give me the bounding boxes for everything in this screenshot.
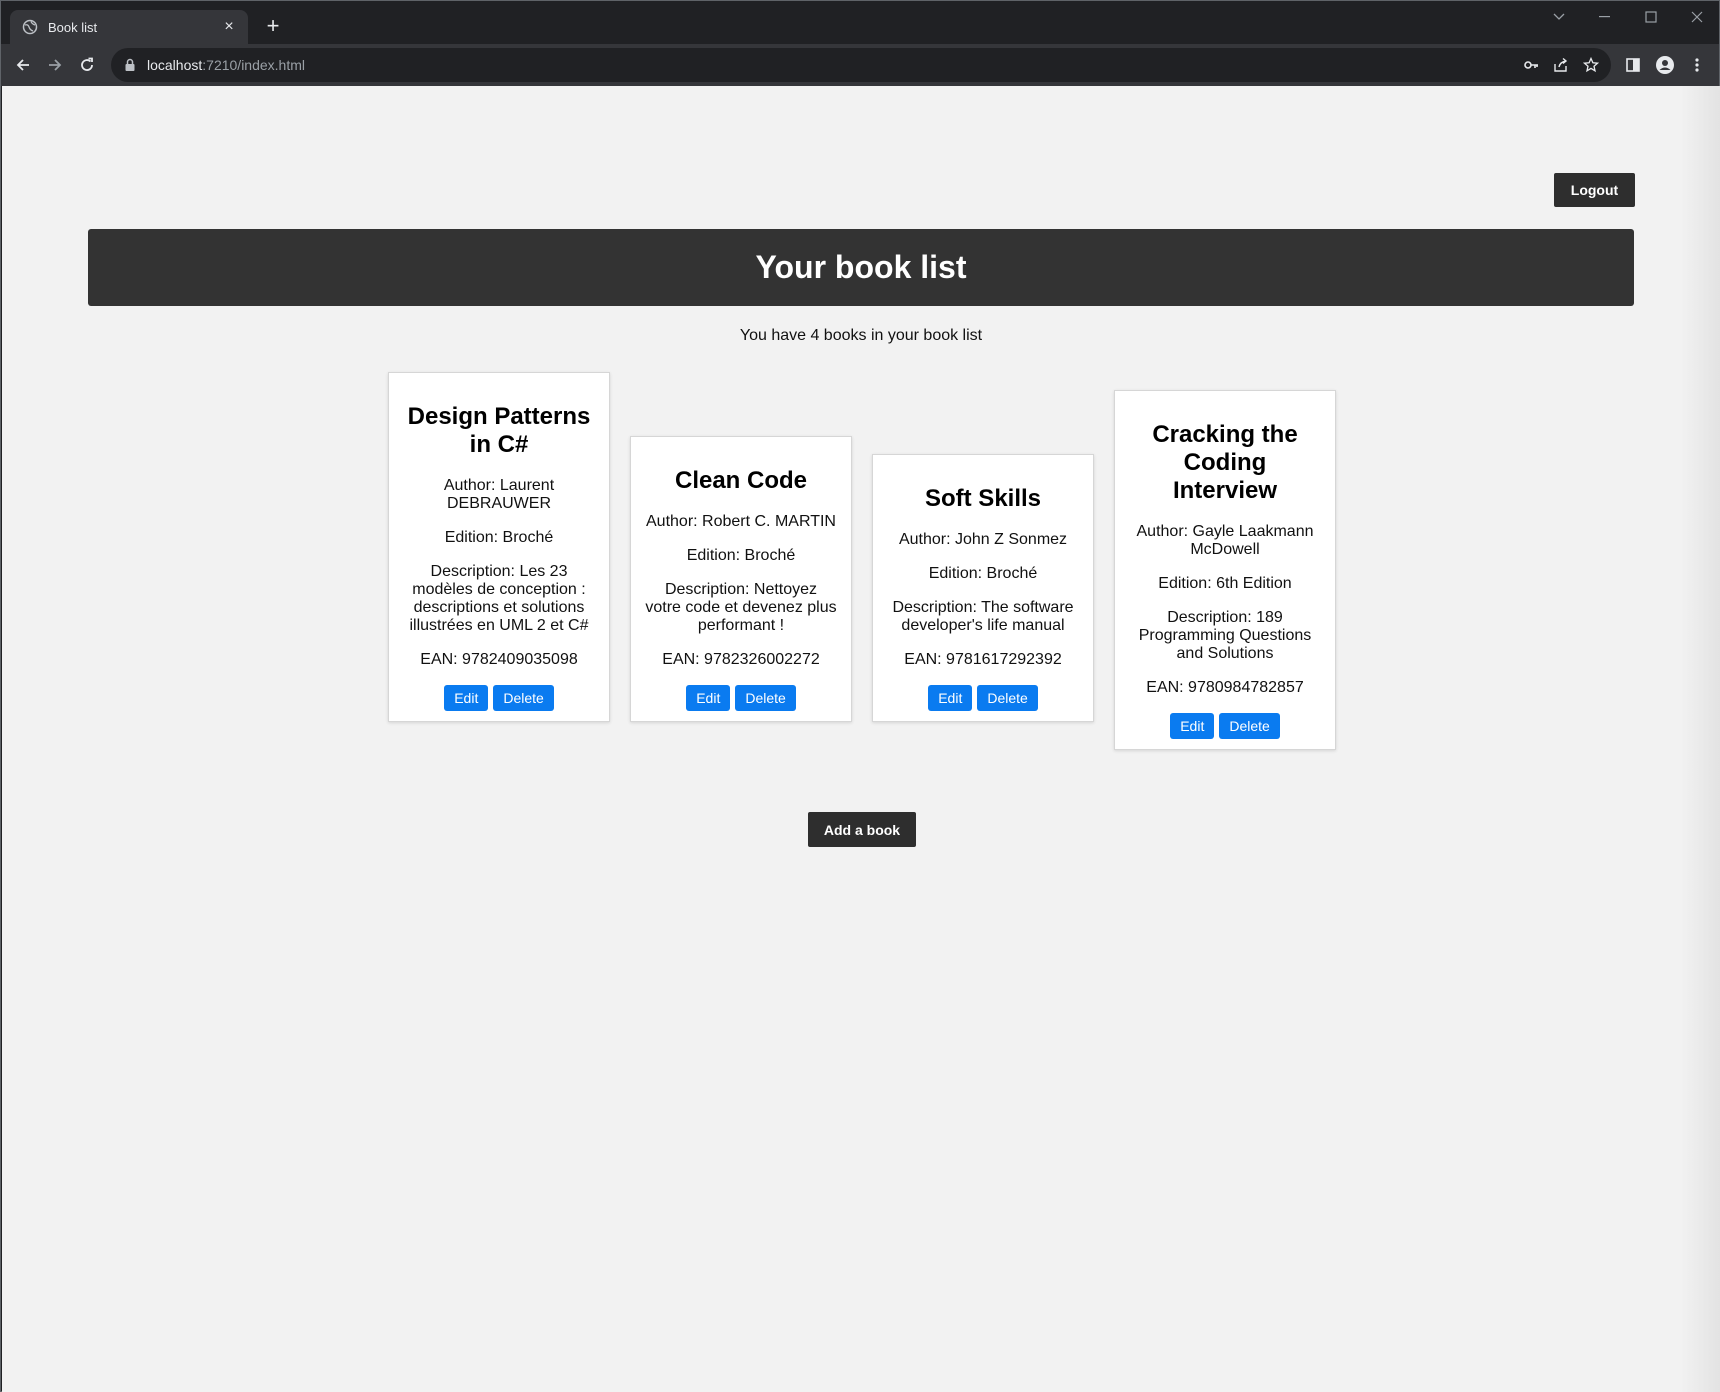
key-icon[interactable] xyxy=(1523,57,1539,73)
minimize-icon[interactable] xyxy=(1583,5,1627,29)
book-author: Author: Robert C. MARTIN xyxy=(646,513,836,530)
book-actions: Edit Delete xyxy=(403,685,595,711)
book-edition: Edition: Broché xyxy=(928,565,1038,582)
edit-button[interactable]: Edit xyxy=(444,685,489,711)
edit-button[interactable]: Edit xyxy=(686,685,731,711)
globe-icon xyxy=(22,19,38,35)
book-actions: Edit Delete xyxy=(887,685,1079,711)
profile-icon[interactable] xyxy=(1651,51,1679,79)
book-description: Description: Nettoyez votre code et deve… xyxy=(645,581,837,634)
book-edition: Edition: Broché xyxy=(444,529,554,546)
address-bar[interactable]: localhost :7210/index.html xyxy=(111,48,1611,82)
page-title: Your book list xyxy=(755,249,967,285)
browser-titlebar: Book list × + xyxy=(1,1,1719,44)
url-host: localhost xyxy=(147,57,203,73)
book-ean: EAN: 9781617292392 xyxy=(904,651,1062,668)
book-edition: Edition: 6th Edition xyxy=(1158,575,1292,592)
book-title: Cracking the Coding Interview xyxy=(1152,421,1298,504)
book-card: Design Patterns in C# Author: Laurent DE… xyxy=(388,372,610,722)
book-title: Soft Skills xyxy=(924,485,1042,512)
lock-icon[interactable] xyxy=(123,58,137,72)
book-description: Description: Les 23 modèles de conceptio… xyxy=(409,563,589,634)
tab-search-icon[interactable] xyxy=(1537,5,1581,29)
url-path: :7210/index.html xyxy=(202,57,305,73)
reload-icon[interactable] xyxy=(73,51,101,79)
book-card: Soft Skills Author: John Z Sonmez Editio… xyxy=(872,454,1094,722)
browser-window: Book list × + localhost:7210/index.html… xyxy=(0,0,1720,1392)
close-window-icon[interactable] xyxy=(1675,5,1719,29)
book-ean: EAN: 9780984782857 xyxy=(1146,679,1304,696)
browser-tab[interactable]: Book list × xyxy=(10,10,248,44)
side-panel-icon[interactable] xyxy=(1619,51,1647,79)
book-title: Clean Code xyxy=(674,467,808,494)
tab-title: Book list xyxy=(48,19,98,35)
book-description: Description: The software developer's li… xyxy=(892,599,1074,634)
delete-button[interactable]: Delete xyxy=(493,685,554,711)
book-author: Author: Laurent DEBRAUWER xyxy=(443,477,555,512)
delete-button[interactable]: Delete xyxy=(735,685,796,711)
add-book-button[interactable]: Add a book xyxy=(808,812,916,847)
page-viewport: Logout Your book list You have 4 books i… xyxy=(2,86,1720,1392)
maximize-icon[interactable] xyxy=(1629,5,1673,29)
delete-button[interactable]: Delete xyxy=(977,685,1038,711)
tab-close-icon[interactable]: × xyxy=(220,18,238,36)
edit-button[interactable]: Edit xyxy=(1170,713,1215,739)
new-tab-icon[interactable]: + xyxy=(260,14,286,40)
book-count-text: You have 4 books in your book list xyxy=(739,327,983,344)
book-author: Author: John Z Sonmez xyxy=(898,531,1068,548)
forward-arrow-icon[interactable] xyxy=(41,51,69,79)
book-ean: EAN: 9782409035098 xyxy=(420,651,578,668)
edit-button[interactable]: Edit xyxy=(928,685,973,711)
book-card: Cracking the Coding Interview Author: Ga… xyxy=(1114,390,1336,750)
back-arrow-icon[interactable] xyxy=(9,51,37,79)
book-description: Description: 189 Programming Questions a… xyxy=(1138,609,1312,662)
share-icon[interactable] xyxy=(1553,57,1569,73)
kebab-menu-icon[interactable] xyxy=(1683,51,1711,79)
book-card: Clean Code Author: Robert C. MARTIN Edit… xyxy=(630,436,852,722)
book-actions: Edit Delete xyxy=(645,685,837,711)
book-title: Design Patterns in C# xyxy=(407,403,591,458)
book-edition: Edition: Broché xyxy=(686,547,796,564)
star-icon[interactable] xyxy=(1583,57,1599,73)
page-edge-shadow xyxy=(1680,86,1720,1392)
logout-button[interactable]: Logout xyxy=(1554,173,1635,207)
delete-button[interactable]: Delete xyxy=(1219,713,1280,739)
browser-toolbar: localhost :7210/index.html xyxy=(1,44,1719,86)
book-ean: EAN: 9782326002272 xyxy=(662,651,820,668)
book-actions: Edit Delete xyxy=(1129,713,1321,739)
book-author: Author: Gayle Laakmann McDowell xyxy=(1136,523,1314,558)
page-header: Your book list xyxy=(88,229,1634,306)
